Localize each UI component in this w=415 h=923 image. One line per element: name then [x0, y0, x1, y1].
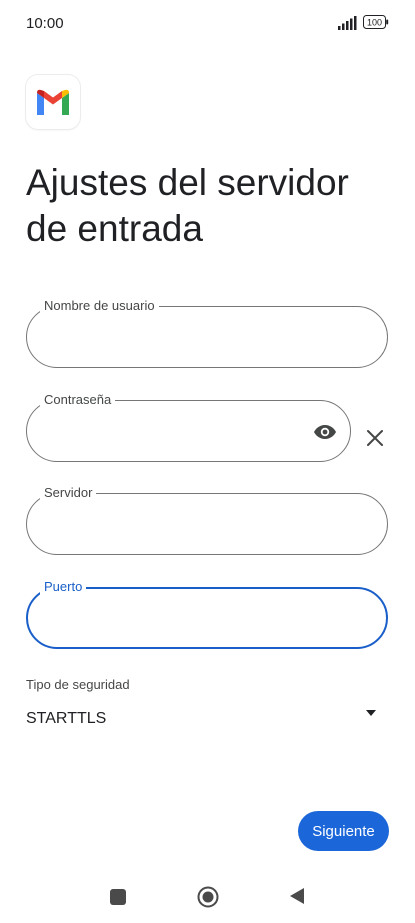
password-label: Contraseña: [40, 392, 116, 408]
next-button[interactable]: Siguiente: [298, 811, 389, 851]
battery-icon: 100: [363, 15, 389, 29]
username-field[interactable]: Nombre de usuario: [26, 298, 388, 368]
recents-button-icon[interactable]: [110, 889, 126, 905]
battery-level: 100: [367, 18, 382, 28]
status-bar: 10:00 100: [0, 0, 415, 44]
page-title: Ajustes del servidor de entrada: [26, 162, 349, 249]
username-label: Nombre de usuario: [40, 298, 159, 314]
dropdown-arrow-icon: [366, 710, 376, 716]
status-time: 10:00: [26, 15, 64, 32]
home-button-icon[interactable]: [197, 886, 219, 908]
back-button-icon[interactable]: [289, 887, 305, 905]
port-field[interactable]: Puerto: [26, 579, 388, 649]
server-field[interactable]: Servidor: [26, 485, 388, 555]
security-type-value: STARTTLS: [26, 710, 107, 727]
port-label: Puerto: [40, 579, 87, 595]
password-field[interactable]: Contraseña: [26, 392, 351, 462]
signal-icon: [338, 16, 357, 30]
close-icon[interactable]: [365, 428, 385, 448]
security-type-label: Tipo de seguridad: [26, 677, 130, 692]
app-logo: [26, 75, 80, 129]
gmail-icon: [37, 89, 69, 115]
show-password-icon[interactable]: [313, 420, 337, 444]
server-label: Servidor: [40, 485, 97, 501]
